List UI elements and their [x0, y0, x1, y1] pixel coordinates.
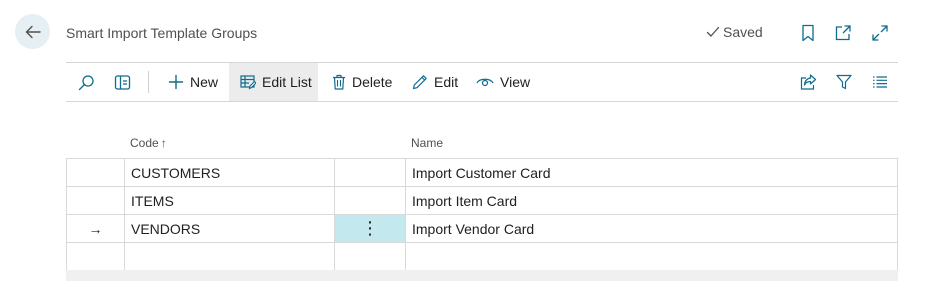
- search-icon: [78, 74, 94, 90]
- code-cell[interactable]: VENDORS: [124, 214, 335, 243]
- table-row[interactable]: ITEMS Import Item Card: [66, 186, 898, 215]
- name-cell[interactable]: Import Vendor Card: [405, 214, 898, 243]
- toolbar-separator: [148, 71, 149, 93]
- row-indicator: [66, 242, 125, 271]
- row-actions-cell[interactable]: [334, 242, 406, 271]
- view-button[interactable]: View: [476, 63, 530, 101]
- table-row[interactable]: CUSTOMERS Import Customer Card: [66, 158, 898, 187]
- code-header-label: Code: [130, 136, 159, 150]
- current-row-arrow-icon: →: [66, 214, 125, 243]
- code-cell[interactable]: [124, 242, 335, 271]
- row-actions-menu-button[interactable]: ⋮: [334, 214, 406, 243]
- name-cell[interactable]: [405, 242, 898, 271]
- delete-button[interactable]: Delete: [332, 63, 392, 101]
- edit-list-label: Edit List: [262, 74, 312, 90]
- table-row-new[interactable]: [66, 242, 898, 271]
- arrow-left-icon: [25, 25, 41, 38]
- row-actions-cell[interactable]: [334, 186, 406, 215]
- name-cell[interactable]: Import Customer Card: [405, 158, 898, 187]
- edit-label: Edit: [434, 74, 459, 90]
- column-header-code[interactable]: Code ↑: [130, 136, 167, 150]
- pencil-icon: [412, 75, 427, 90]
- trash-icon: [333, 74, 345, 90]
- list-view-button[interactable]: [870, 63, 890, 101]
- new-button[interactable]: New: [168, 63, 218, 101]
- expand-button[interactable]: [870, 23, 890, 43]
- page-title: Smart Import Template Groups: [66, 25, 258, 41]
- view-label: View: [500, 74, 531, 90]
- filter-pane-button[interactable]: [110, 63, 134, 101]
- share-icon: [800, 74, 816, 90]
- name-cell[interactable]: Import Item Card: [405, 186, 898, 215]
- back-button[interactable]: [15, 14, 50, 49]
- open-in-new-window-icon: [835, 25, 851, 41]
- code-cell[interactable]: ITEMS: [124, 186, 335, 215]
- new-label: New: [190, 74, 219, 90]
- edit-list-icon: [240, 75, 256, 90]
- open-new-window-button[interactable]: [833, 23, 853, 43]
- sort-ascending-icon: ↑: [160, 136, 167, 150]
- show-hide-pane-icon: [114, 74, 130, 90]
- expand-icon: [872, 25, 888, 41]
- edit-list-button[interactable]: Edit List: [229, 63, 318, 101]
- row-actions-cell[interactable]: [334, 158, 406, 187]
- search-button[interactable]: [74, 63, 98, 101]
- list-icon: [873, 76, 887, 88]
- row-indicator: [66, 186, 125, 215]
- share-button[interactable]: [798, 63, 818, 101]
- action-toolbar: New Edit List Delete Edit View: [66, 62, 898, 102]
- filter-button[interactable]: [834, 63, 854, 101]
- bookmark-button[interactable]: [798, 23, 818, 43]
- delete-label: Delete: [352, 74, 393, 90]
- saved-label: Saved: [723, 24, 763, 40]
- row-indicator: [66, 158, 125, 187]
- code-cell[interactable]: CUSTOMERS: [124, 158, 335, 187]
- saved-status: Saved: [706, 24, 763, 40]
- column-header-name[interactable]: Name: [411, 136, 443, 150]
- template-groups-grid: CUSTOMERS Import Customer Card ITEMS Imp…: [66, 158, 898, 271]
- bookmark-icon: [802, 24, 814, 42]
- table-row-selected[interactable]: → VENDORS ⋮ Import Vendor Card: [66, 214, 898, 243]
- edit-button[interactable]: Edit: [412, 63, 458, 101]
- grid-footer-strip: [66, 270, 898, 281]
- checkmark-icon: [706, 26, 720, 37]
- filter-icon: [836, 74, 852, 90]
- plus-icon: [168, 74, 184, 90]
- name-header-label: Name: [411, 136, 444, 150]
- eye-icon: [476, 78, 494, 87]
